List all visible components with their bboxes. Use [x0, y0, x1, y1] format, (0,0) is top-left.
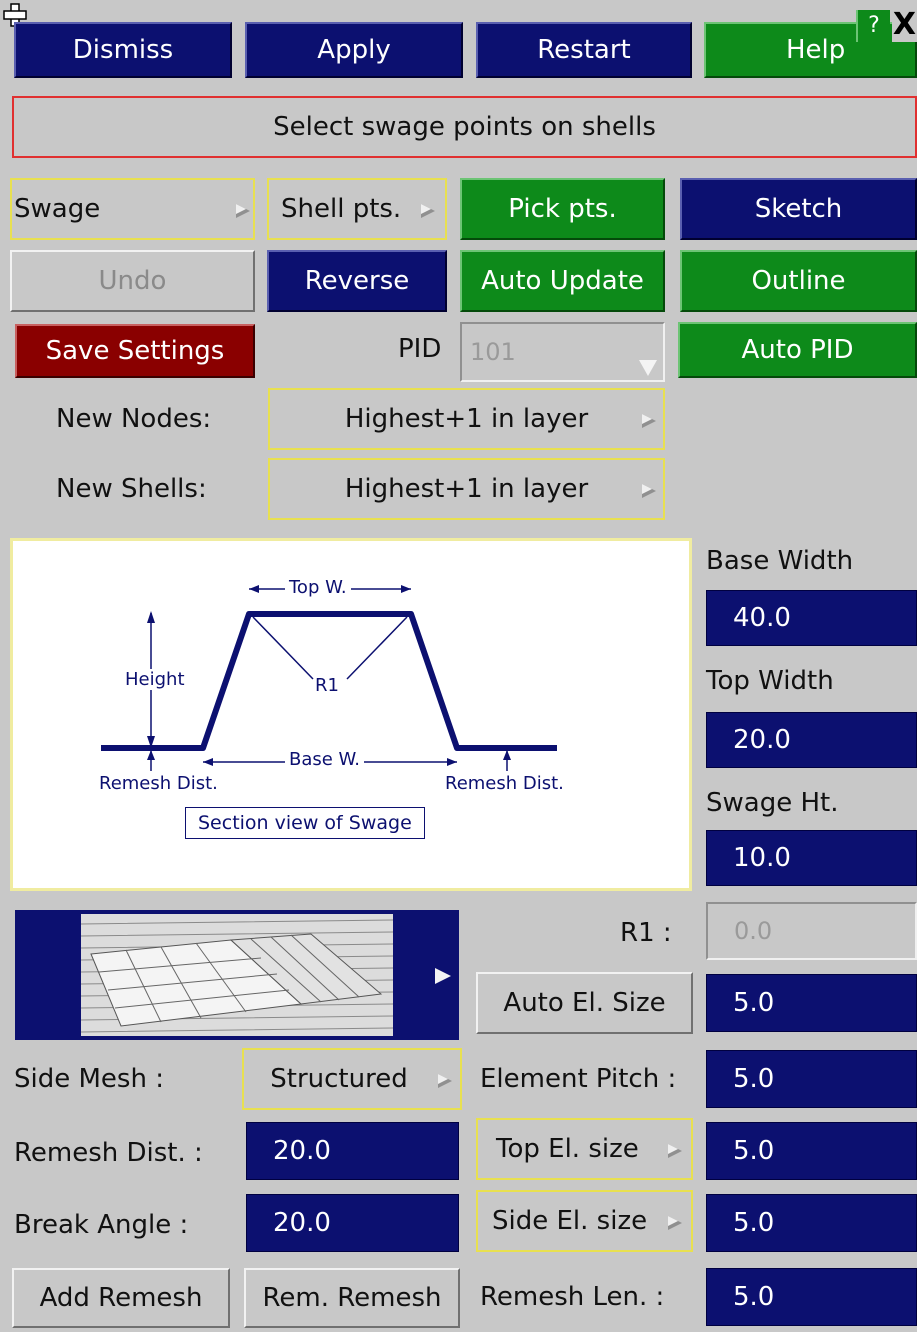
- pid-field[interactable]: 101: [460, 322, 665, 382]
- mesh-image: [80, 914, 394, 1036]
- auto-el-size-button[interactable]: Auto El. Size: [476, 972, 693, 1034]
- new-nodes-label: New Nodes:: [56, 404, 212, 434]
- prompt-bar: Select swage points on shells: [12, 96, 917, 158]
- side-mesh-label: Side Mesh :: [14, 1064, 164, 1094]
- auto-pid-button[interactable]: Auto PID: [678, 322, 917, 378]
- element-pitch-input[interactable]: 5.0: [706, 1050, 917, 1108]
- help-label: Help: [786, 35, 846, 65]
- menu-arrow-icon: [668, 1216, 682, 1230]
- side-el-size-menu[interactable]: Side El. size: [476, 1190, 693, 1252]
- side-mesh-value: Structured: [270, 1064, 408, 1094]
- menu-arrow-icon: [668, 1144, 682, 1158]
- outline-button[interactable]: Outline: [680, 250, 917, 312]
- remesh-left-label: Remesh Dist.: [99, 773, 218, 794]
- base-width-title: Base Width: [706, 546, 854, 576]
- top-width-input[interactable]: 20.0: [706, 712, 917, 768]
- r1-title: R1 :: [620, 918, 672, 948]
- new-shells-value: Highest+1 in layer: [344, 474, 589, 504]
- menu-arrow-icon: [642, 484, 656, 498]
- dropdown-arrow-icon[interactable]: [639, 360, 657, 376]
- remesh-dist-label: Remesh Dist. :: [14, 1138, 203, 1168]
- points-menu[interactable]: Shell pts.: [267, 178, 447, 240]
- swage-section-diagram: Top W. Height R1 Base W. Remesh Dist. Re…: [10, 538, 692, 891]
- pid-value: 101: [470, 338, 516, 366]
- menu-arrow-icon: [438, 1074, 452, 1088]
- element-pitch-label: Element Pitch :: [480, 1064, 677, 1094]
- menu-arrow-icon: [435, 968, 451, 984]
- height-label: Height: [125, 669, 185, 690]
- menu-arrow-icon: [642, 414, 656, 428]
- sketch-button[interactable]: Sketch: [680, 178, 917, 240]
- base-width-input[interactable]: 40.0: [706, 590, 917, 646]
- top-el-size-label: Top El. size: [496, 1134, 639, 1164]
- r1-label: R1: [315, 675, 339, 696]
- swage-height-input[interactable]: 10.0: [706, 830, 917, 886]
- new-shells-menu[interactable]: Highest+1 in layer: [268, 458, 665, 520]
- side-mesh-menu[interactable]: Structured: [242, 1048, 462, 1110]
- help-icon[interactable]: ?: [856, 10, 890, 42]
- menu-arrow-icon: [421, 204, 435, 218]
- close-icon[interactable]: X: [892, 8, 917, 42]
- side-mesh-preview[interactable]: [15, 910, 459, 1040]
- restart-button[interactable]: Restart: [476, 22, 692, 78]
- top-width-label: Top W.: [285, 577, 351, 598]
- remesh-len-input[interactable]: 5.0: [706, 1268, 917, 1326]
- new-shells-label: New Shells:: [56, 474, 207, 504]
- menu-arrow-icon: [236, 204, 250, 218]
- save-settings-button[interactable]: Save Settings: [15, 324, 255, 378]
- remesh-right-label: Remesh Dist.: [445, 773, 564, 794]
- diagram-caption: Section view of Swage: [185, 807, 425, 839]
- top-width-title: Top Width: [706, 666, 834, 696]
- apply-button[interactable]: Apply: [245, 22, 463, 78]
- break-angle-input[interactable]: 20.0: [246, 1194, 459, 1252]
- new-nodes-menu[interactable]: Highest+1 in layer: [268, 388, 665, 450]
- swage-height-title: Swage Ht.: [706, 788, 839, 818]
- pid-label: PID: [398, 334, 442, 364]
- auto-el-size-input[interactable]: 5.0: [706, 974, 917, 1032]
- r1-input[interactable]: 0.0: [706, 902, 917, 960]
- base-width-label: Base W.: [285, 749, 365, 770]
- rem-remesh-button[interactable]: Rem. Remesh: [244, 1268, 460, 1328]
- top-el-size-menu[interactable]: Top El. size: [476, 1118, 693, 1180]
- break-angle-label: Break Angle :: [14, 1210, 189, 1240]
- auto-update-button[interactable]: Auto Update: [460, 250, 665, 312]
- points-label: Shell pts.: [281, 194, 402, 224]
- side-el-size-input[interactable]: 5.0: [706, 1194, 917, 1252]
- pick-points-button[interactable]: Pick pts.: [460, 178, 665, 240]
- remesh-len-label: Remesh Len. :: [480, 1282, 665, 1312]
- side-el-size-label: Side El. size: [492, 1206, 648, 1236]
- mode-label: Swage: [14, 194, 101, 224]
- new-nodes-value: Highest+1 in layer: [344, 404, 589, 434]
- top-el-size-input[interactable]: 5.0: [706, 1122, 917, 1180]
- undo-button[interactable]: Undo: [10, 250, 255, 312]
- reverse-button[interactable]: Reverse: [267, 250, 447, 312]
- remesh-dist-input[interactable]: 20.0: [246, 1122, 459, 1180]
- dismiss-button[interactable]: Dismiss: [14, 22, 232, 78]
- add-remesh-button[interactable]: Add Remesh: [12, 1268, 230, 1328]
- mode-menu[interactable]: Swage: [10, 178, 255, 240]
